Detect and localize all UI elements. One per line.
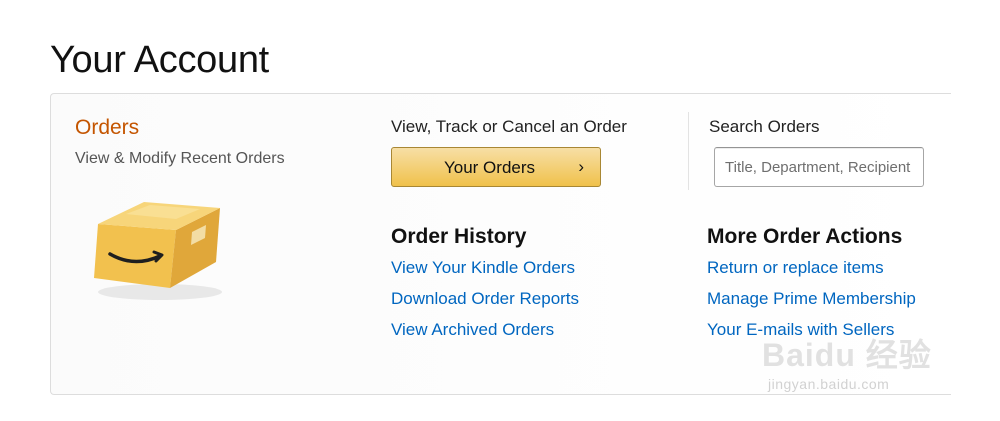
link-manage-prime[interactable]: Manage Prime Membership: [707, 289, 916, 308]
list-item: View Archived Orders: [391, 320, 579, 351]
list-item: Manage Prime Membership: [707, 289, 916, 320]
search-orders-input[interactable]: [714, 147, 924, 187]
track-order-label: View, Track or Cancel an Order: [391, 117, 627, 136]
link-emails-sellers[interactable]: Your E-mails with Sellers: [707, 320, 894, 339]
link-download-order-reports[interactable]: Download Order Reports: [391, 289, 579, 308]
your-orders-button-label: Your Orders: [443, 158, 536, 177]
search-orders-label: Search Orders: [709, 117, 820, 136]
your-orders-button[interactable]: Your Orders ›: [391, 147, 601, 187]
list-item: Your E-mails with Sellers: [707, 320, 916, 351]
orders-subtitle: View & Modify Recent Orders: [75, 150, 285, 167]
link-kindle-orders[interactable]: View Your Kindle Orders: [391, 258, 575, 277]
list-item: View Your Kindle Orders: [391, 258, 579, 289]
package-box-icon[interactable]: [88, 192, 228, 302]
list-item: Download Order Reports: [391, 289, 579, 320]
more-order-actions-links: Return or replace items Manage Prime Mem…: [707, 258, 916, 351]
page-title: Your Account: [50, 39, 269, 82]
list-item: Return or replace items: [707, 258, 916, 289]
link-archived-orders[interactable]: View Archived Orders: [391, 320, 554, 339]
order-history-heading: Order History: [391, 225, 527, 248]
more-order-actions-heading: More Order Actions: [707, 225, 903, 248]
orders-heading[interactable]: Orders: [75, 116, 139, 140]
chevron-right-icon: ›: [578, 157, 584, 176]
column-divider: [688, 112, 689, 190]
order-history-links: View Your Kindle Orders Download Order R…: [391, 258, 579, 351]
link-return-replace[interactable]: Return or replace items: [707, 258, 884, 277]
